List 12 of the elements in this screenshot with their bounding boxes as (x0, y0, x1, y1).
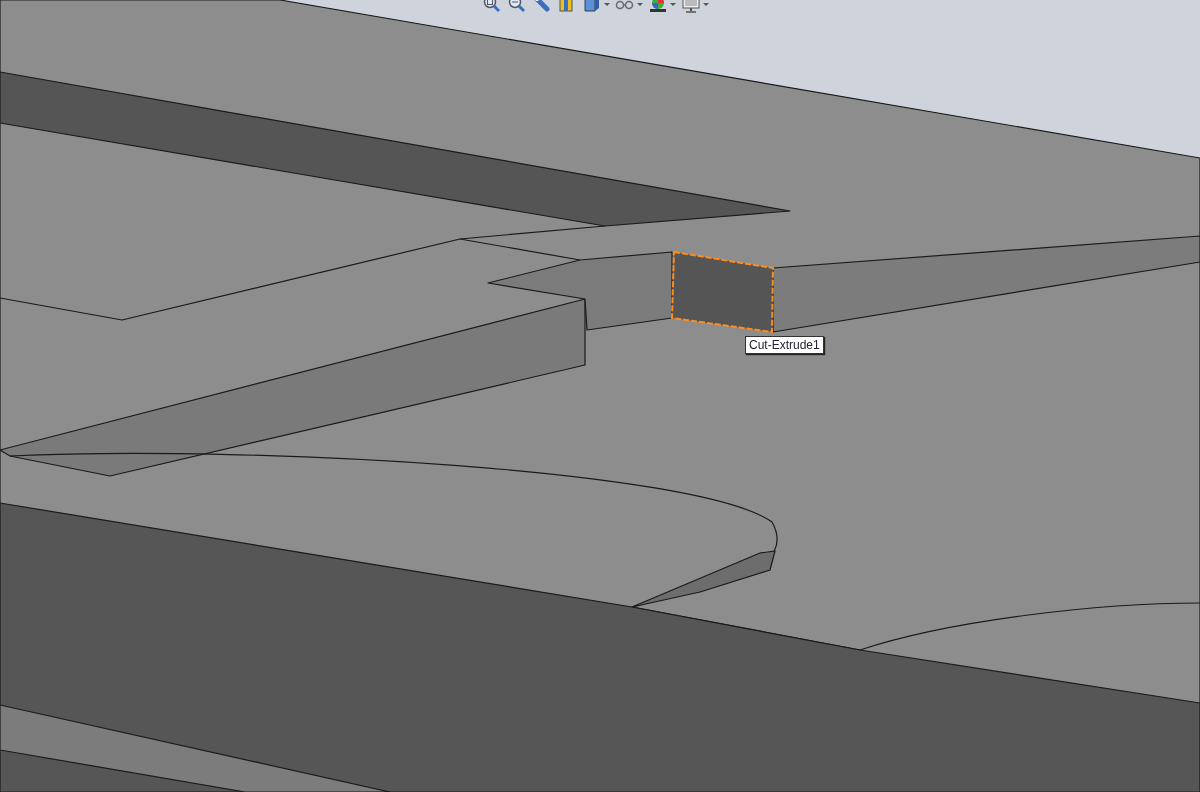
caret-icon[interactable] (637, 2, 643, 6)
selected-face[interactable] (670, 250, 774, 334)
magnifier-icon[interactable] (507, 0, 527, 14)
caret-icon[interactable] (670, 2, 676, 6)
color-ball-icon[interactable] (648, 0, 668, 14)
tooltip: Cut-Extrude1 (745, 336, 824, 354)
magnifier-icon[interactable] (482, 0, 502, 14)
wand-icon[interactable] (532, 0, 552, 14)
caret-icon[interactable] (703, 2, 709, 6)
cube-icon[interactable] (582, 0, 602, 14)
caret-icon[interactable] (604, 2, 610, 6)
monitor-icon[interactable] (681, 0, 701, 14)
